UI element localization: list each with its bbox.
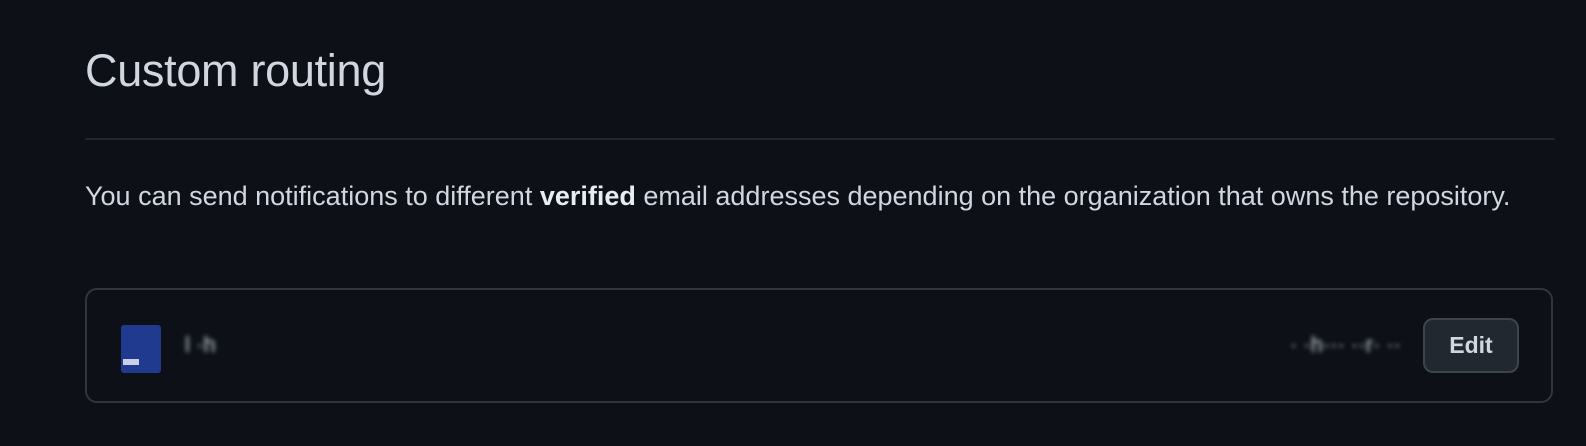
routing-entry-card: l ·h · ·h··· ··r· ·· Edit: [85, 288, 1553, 403]
description-text-end: email addresses depending on the organiz…: [635, 181, 1511, 211]
description-bold-verified: verified: [539, 181, 636, 211]
routing-email: · ·h··· ··r· ··: [1289, 332, 1401, 357]
edit-button[interactable]: Edit: [1423, 318, 1519, 373]
section-divider: [85, 138, 1555, 140]
section-title: Custom routing: [85, 45, 386, 96]
description-text-start: You can send notifications to different: [85, 181, 540, 211]
organization-name: l ·h: [185, 332, 216, 357]
organization-avatar-icon: [121, 325, 161, 373]
avatar-mark: [123, 359, 139, 365]
section-description: You can send notifications to different …: [85, 175, 1525, 217]
